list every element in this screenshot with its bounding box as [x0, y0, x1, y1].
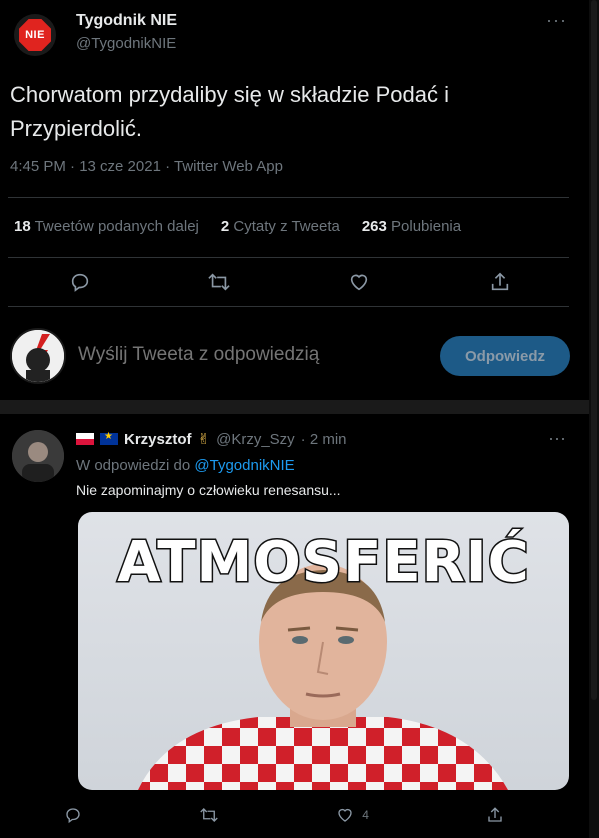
quotes-stat[interactable]: 2 Cytaty z Tweeta — [221, 218, 340, 235]
replying-to: W odpowiedzi do @TygodnikNIE — [76, 457, 295, 474]
tweet-meta[interactable]: 4:45 PM · 13 cze 2021 · Twitter Web App — [10, 158, 283, 175]
reply-reply-action[interactable] — [64, 806, 82, 824]
likes-stat[interactable]: 263 Polubienia — [362, 218, 461, 235]
like-icon — [338, 808, 352, 822]
nie-logo: NIE — [19, 19, 51, 51]
share-icon[interactable] — [488, 270, 512, 294]
reply-share-action[interactable] — [486, 806, 504, 824]
divider — [8, 306, 569, 307]
divider — [8, 197, 569, 198]
author-name[interactable]: Tygodnik NIE — [76, 12, 177, 30]
meme-image[interactable]: ATMOSFERIĆ — [78, 512, 569, 790]
reply-header: Krzysztof ✌ @Krzy_Szy · 2 min — [76, 430, 347, 448]
reply-text: Nie zapominajmy o człowieku renesansu... — [76, 482, 341, 498]
share-icon — [488, 807, 502, 822]
divider — [8, 257, 569, 258]
retweets-stat[interactable]: 18 Tweetów podanych dalej — [14, 218, 199, 235]
reply-icon — [66, 808, 80, 824]
retweet-icon[interactable] — [206, 270, 232, 294]
replying-to-link[interactable]: @TygodnikNIE — [194, 457, 294, 474]
reply-actions: 4 — [64, 806, 504, 824]
reply-icon[interactable] — [68, 270, 92, 294]
reply-button[interactable]: Odpowiedz — [440, 336, 570, 376]
author-avatar[interactable]: NIE — [14, 14, 56, 56]
victory-hand-icon: ✌ — [197, 431, 211, 448]
tweet-text: Chorwatom przydaliby się w składzie Poda… — [10, 78, 570, 146]
tweet-stats: 18 Tweetów podanych dalej 2 Cytaty z Twe… — [14, 218, 461, 235]
like-icon[interactable] — [347, 270, 371, 294]
reply-author-handle[interactable]: @Krzy_Szy — [216, 431, 295, 448]
user-avatar[interactable] — [10, 328, 66, 384]
eu-flag-icon — [100, 431, 118, 445]
reply-like-count: 4 — [362, 808, 369, 822]
tweet-text-line: Chorwatom przydaliby się w składzie Poda… — [10, 82, 449, 107]
retweet-icon — [200, 808, 218, 822]
replying-prefix: W odpowiedzi do — [76, 457, 191, 474]
scrollbar-thumb[interactable] — [591, 0, 597, 700]
tweet-text-line: Przypierdolić. — [10, 116, 143, 141]
author-handle[interactable]: @TygodnikNIE — [76, 35, 176, 52]
reply-more-options-icon[interactable]: ··· — [548, 428, 566, 449]
scrollbar-track[interactable] — [589, 0, 599, 838]
meme-caption: ATMOSFERIĆ — [116, 529, 530, 597]
reply-input[interactable] — [78, 344, 418, 366]
reply-author-avatar[interactable] — [12, 430, 64, 482]
reply-retweet-action[interactable] — [199, 806, 219, 824]
section-separator — [0, 400, 589, 414]
poland-flag-icon — [76, 433, 94, 445]
reply-author-name[interactable]: Krzysztof — [124, 431, 192, 448]
reply-time[interactable]: · 2 min — [301, 431, 347, 448]
reply-like-action[interactable]: 4 — [336, 806, 369, 824]
more-options-icon[interactable]: ··· — [546, 10, 567, 31]
